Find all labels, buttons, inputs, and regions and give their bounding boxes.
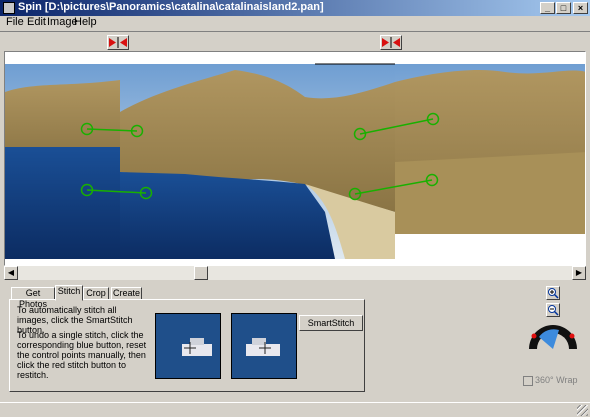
stitch-arrows-icon: [382, 37, 400, 48]
smartstitch-button[interactable]: SmartStitch: [299, 315, 363, 331]
menu-file[interactable]: File: [6, 16, 24, 28]
toolbar: [0, 31, 590, 52]
app-icon: [3, 2, 15, 14]
menu-image[interactable]: Image: [47, 16, 78, 28]
window-title: Spin [D:\pictures\Panoramics\catalina\ca…: [18, 1, 324, 13]
wrap-360-checkbox[interactable]: [523, 376, 533, 386]
panorama-image: [5, 63, 585, 265]
maximize-button[interactable]: □: [556, 2, 571, 14]
panorama-angle-gauge-icon: [529, 325, 577, 349]
minimize-button[interactable]: _: [540, 2, 555, 14]
status-bar: [0, 402, 590, 417]
close-button[interactable]: ×: [573, 2, 588, 14]
zoom-out-icon[interactable]: [546, 303, 560, 317]
zoom-in-icon[interactable]: [546, 286, 560, 300]
stitch-button-1[interactable]: [107, 35, 129, 50]
resize-grip-icon[interactable]: [577, 405, 588, 416]
menu-bar: File Edit Image Help: [0, 16, 590, 30]
horizontal-scrollbar[interactable]: ◀ ▶: [4, 266, 586, 280]
stitch-instructions-undo: To undo a single stitch, click the corre…: [17, 330, 147, 380]
stitch-preview-left: [155, 313, 221, 379]
scroll-right-icon[interactable]: ▶: [572, 266, 586, 280]
tab-stitch[interactable]: Stitch: [55, 285, 83, 301]
stitch-button-2[interactable]: [380, 35, 402, 50]
menu-edit[interactable]: Edit: [27, 16, 46, 28]
scroll-thumb[interactable]: [194, 266, 208, 280]
menu-help[interactable]: Help: [74, 16, 97, 28]
scroll-left-icon[interactable]: ◀: [4, 266, 18, 280]
stitch-arrows-icon: [109, 37, 127, 48]
wrap-360-label: 360° Wrap: [535, 375, 578, 385]
panorama-canvas[interactable]: [4, 51, 586, 266]
stitch-preview-right: [231, 313, 297, 379]
title-bar: Spin [D:\pictures\Panoramics\catalina\ca…: [0, 0, 590, 16]
